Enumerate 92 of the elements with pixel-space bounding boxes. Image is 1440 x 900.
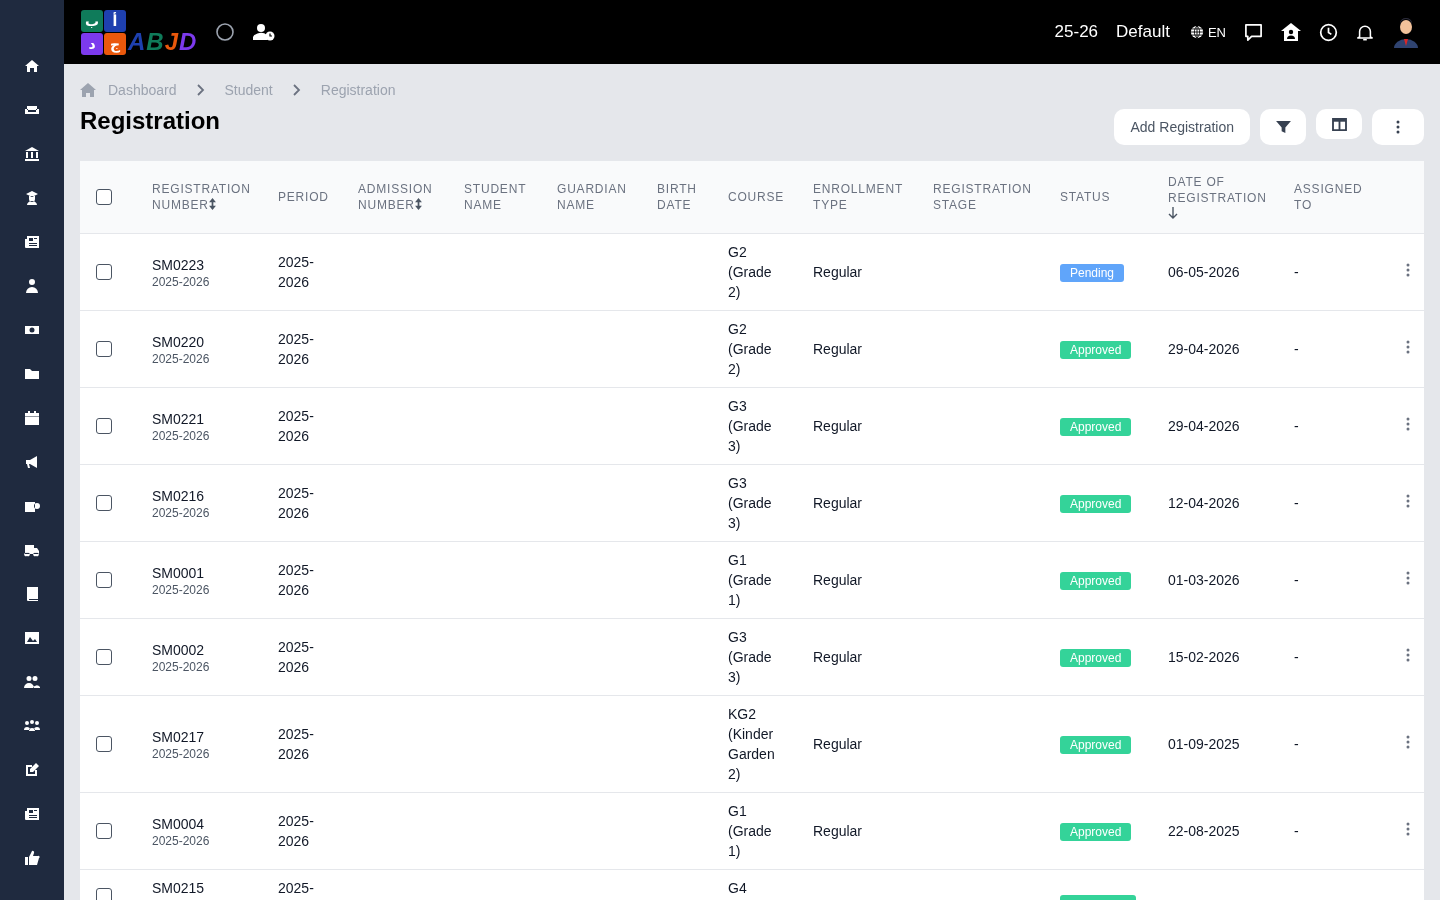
logo-letter: B — [146, 27, 165, 55]
course-cell-text: G3 (Grade 3) — [728, 627, 773, 687]
assigned-cell-text: - — [1294, 570, 1300, 590]
date-cell-text: 29-04-2026 — [1168, 339, 1241, 359]
status-badge: Approved — [1060, 571, 1132, 590]
registration-period: 2025-2026 — [152, 505, 211, 520]
column-header[interactable]: COURSE — [728, 161, 813, 233]
academic-year[interactable]: 25-26 — [1054, 22, 1099, 42]
column-header[interactable]: ADMISSION NUMBER — [358, 161, 464, 233]
course-cell-text: G4 — [728, 878, 748, 898]
registration-period: 2025-2026 — [152, 659, 211, 674]
column-header[interactable]: REGISTRATION NUMBER — [152, 161, 278, 233]
status-badge: Approved — [1060, 822, 1132, 841]
registration-period: 2025-2026 — [152, 833, 211, 848]
add-registration-button[interactable]: Add Registration — [1114, 109, 1250, 145]
date-cell-text: 12-04-2026 — [1168, 493, 1241, 513]
assigned-cell-text: - — [1294, 647, 1300, 667]
logo-letter: J — [164, 27, 180, 55]
registration-period: 2025-2026 — [152, 582, 211, 597]
course-cell-text: G2 (Grade 2) — [728, 319, 773, 379]
registration-number: SM0217 — [152, 727, 206, 747]
assigned-cell-text: - — [1294, 416, 1300, 436]
registration-period: 2025-2026 — [152, 746, 211, 761]
column-header[interactable]: ASSIGNED TO — [1294, 161, 1364, 233]
assigned-cell-text: - — [1294, 734, 1300, 754]
course-cell-text: KG2 (Kinder Garden 2) — [728, 704, 776, 784]
enrollment-cell-text: Regular — [813, 734, 864, 754]
language-button[interactable]: EN — [1189, 24, 1226, 40]
column-header[interactable]: STATUS — [1060, 161, 1168, 233]
course-cell-text: G3 (Grade 3) — [728, 396, 773, 456]
assigned-cell-text: - — [1294, 821, 1300, 841]
registration-number: SM0223 — [152, 255, 206, 275]
period-cell-text: 2025-2026 — [278, 483, 315, 523]
registration-number: SM0004 — [152, 814, 206, 834]
status-badge: Pending — [1060, 263, 1125, 282]
enrollment-cell-text: Regular — [813, 416, 864, 436]
date-cell-text: 06-05-2026 — [1168, 262, 1241, 282]
period-cell-text: 2025-2026 — [278, 724, 315, 764]
column-header[interactable]: STUDENT NAME — [464, 161, 557, 233]
status-badge: Approved — [1060, 494, 1132, 513]
period-cell-text: 2025-2026 — [278, 811, 315, 851]
period-cell-text: 2025-2026 — [278, 560, 315, 600]
enrollment-cell-text: Regular — [813, 493, 864, 513]
column-header[interactable]: GUARDIAN NAME — [557, 161, 657, 233]
column-header[interactable]: ENROLLMENT TYPE — [813, 161, 933, 233]
assigned-cell-text: - — [1294, 493, 1300, 513]
column-header[interactable]: PERIOD — [278, 161, 358, 233]
registration-number: SM0216 — [152, 486, 206, 506]
status-badge: Approved — [1060, 417, 1132, 436]
assigned-cell-text: - — [1294, 339, 1300, 359]
registration-number: SM0001 — [152, 563, 206, 583]
column-header[interactable]: DATE OF REGISTRATION — [1168, 161, 1294, 233]
enrollment-cell-text: Regular — [813, 339, 864, 359]
page-title: Registration — [80, 107, 220, 135]
logo-tile: ج — [104, 32, 126, 55]
enrollment-cell-text: Regular — [813, 570, 864, 590]
logo-letter: D — [179, 27, 198, 55]
registration-number: SM0215 — [152, 878, 206, 898]
registration-number: SM0002 — [152, 640, 206, 660]
column-header[interactable]: BIRTH DATE — [657, 161, 728, 233]
period-cell-text: 2025-2026 — [278, 637, 315, 677]
date-cell-text: 01-09-2025 — [1168, 734, 1241, 754]
status-badge: Approved — [1060, 648, 1132, 667]
course-cell-text: G3 (Grade 3) — [728, 473, 773, 533]
enrollment-cell-text: Regular — [813, 821, 864, 841]
course-cell-text: G1 (Grade 1) — [728, 550, 773, 610]
date-cell-text: 22-08-2025 — [1168, 821, 1241, 841]
date-cell-text: 29-04-2026 — [1168, 416, 1241, 436]
period-cell-text: 2025-2026 — [278, 252, 315, 292]
logo-tile: أ — [104, 9, 126, 32]
registration-period: 2025-2026 — [152, 351, 211, 366]
registration-period: 2025-2026 — [152, 274, 211, 289]
registration-period: 2025-2026 — [152, 428, 211, 443]
enrollment-cell-text: Regular — [813, 647, 864, 667]
date-cell-text: 01-03-2026 — [1168, 570, 1241, 590]
course-cell-text: G2 (Grade 2) — [728, 242, 773, 302]
logo-tile: د — [81, 32, 103, 55]
status-badge: Approved — [1060, 735, 1132, 754]
status-badge: Approved — [1060, 340, 1132, 359]
column-header[interactable]: REGISTRATION STAGE — [933, 161, 1060, 233]
period-cell-text: 2025-2026 — [278, 406, 315, 446]
registration-number: SM0220 — [152, 332, 206, 352]
registration-number: SM0221 — [152, 409, 206, 429]
enrollment-cell-text: Regular — [813, 262, 864, 282]
logo-tile: ب — [81, 9, 103, 32]
course-cell-text: G1 (Grade 1) — [728, 801, 773, 861]
period-cell-text: 2025- — [278, 878, 315, 898]
period-cell-text: 2025-2026 — [278, 329, 315, 369]
profile-name[interactable]: Default — [1116, 22, 1170, 42]
logo-letter: A — [128, 27, 147, 55]
date-cell-text: 15-02-2026 — [1168, 647, 1241, 667]
assigned-cell-text: - — [1294, 262, 1300, 282]
